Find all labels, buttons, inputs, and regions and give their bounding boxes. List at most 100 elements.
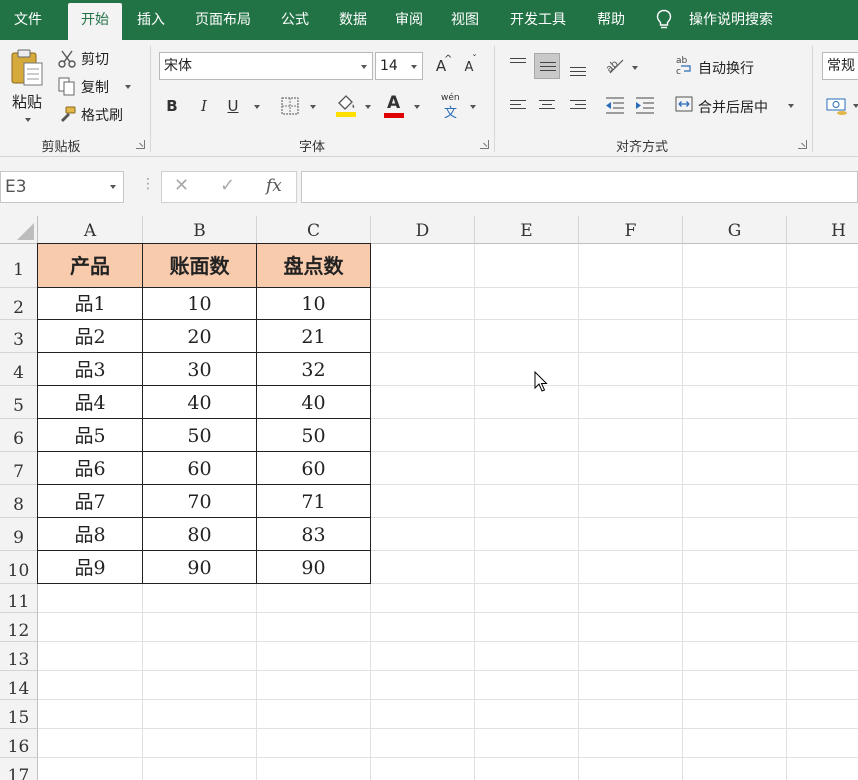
- decrease-indent-button[interactable]: [604, 95, 626, 117]
- row-header-6[interactable]: 6: [0, 419, 38, 452]
- italic-button[interactable]: I: [193, 95, 215, 117]
- merge-center-button[interactable]: 合并后居中: [675, 94, 800, 118]
- row-header-3[interactable]: 3: [0, 320, 38, 353]
- column-header-a[interactable]: A: [38, 216, 143, 244]
- row-header-9[interactable]: 9: [0, 518, 38, 551]
- table-cell[interactable]: 50: [142, 418, 257, 452]
- row-header-1[interactable]: 1: [0, 244, 38, 288]
- align-bottom-button[interactable]: [565, 53, 591, 79]
- format-painter-button[interactable]: 格式刷: [58, 104, 138, 126]
- row-header-11[interactable]: 11: [0, 584, 38, 613]
- font-size-combo[interactable]: 14: [375, 52, 423, 80]
- table-cell[interactable]: 20: [142, 319, 257, 353]
- table-cell[interactable]: 30: [142, 352, 257, 386]
- table-cell[interactable]: 品9: [37, 550, 143, 584]
- align-right-button[interactable]: [565, 92, 591, 118]
- copy-button[interactable]: 复制: [58, 76, 138, 98]
- enter-icon[interactable]: ✓: [220, 175, 235, 196]
- tab-review[interactable]: 审阅: [386, 0, 432, 40]
- tell-me-search[interactable]: 操作说明搜索: [652, 0, 858, 40]
- table-cell[interactable]: 60: [256, 451, 371, 485]
- table-cell[interactable]: 90: [256, 550, 371, 584]
- alignment-launcher[interactable]: [798, 140, 807, 149]
- insert-function-icon[interactable]: fx: [266, 176, 282, 196]
- column-header-h[interactable]: H: [787, 216, 858, 244]
- table-cell[interactable]: 21: [256, 319, 371, 353]
- select-all-button[interactable]: [0, 216, 38, 244]
- orientation-button[interactable]: ab: [604, 55, 626, 77]
- tab-home[interactable]: 开始: [68, 3, 122, 40]
- row-header-8[interactable]: 8: [0, 485, 38, 518]
- underline-button[interactable]: U: [222, 95, 244, 117]
- table-cell[interactable]: 品7: [37, 484, 143, 518]
- row-header-4[interactable]: 4: [0, 353, 38, 386]
- table-header-cell[interactable]: 盘点数: [256, 243, 371, 288]
- tab-file[interactable]: 文件: [0, 0, 56, 40]
- table-cell[interactable]: 70: [142, 484, 257, 518]
- column-header-e[interactable]: E: [475, 216, 579, 244]
- table-cell[interactable]: 32: [256, 352, 371, 386]
- paste-dropdown-arrow[interactable]: [25, 118, 31, 122]
- tab-formulas[interactable]: 公式: [270, 0, 320, 40]
- worksheet-grid[interactable]: ABCDEFGH 1 2 3 4 5 6 7 8 9 10 11 12 13 14 15 16 17 产品 账面数…: [0, 216, 858, 780]
- row-header-13[interactable]: 13: [0, 642, 38, 671]
- tab-developer[interactable]: 开发工具: [498, 0, 578, 40]
- cancel-icon[interactable]: ✕: [174, 175, 189, 196]
- cut-button[interactable]: 剪切: [58, 48, 138, 70]
- font-size-dropdown-arrow[interactable]: [411, 65, 417, 69]
- fill-color-dropdown-arrow[interactable]: [365, 105, 371, 109]
- borders-dropdown-arrow[interactable]: [310, 105, 316, 109]
- column-header-d[interactable]: D: [371, 216, 475, 244]
- column-header-c[interactable]: C: [257, 216, 371, 244]
- font-name-dropdown-arrow[interactable]: [361, 65, 367, 69]
- row-header-7[interactable]: 7: [0, 452, 38, 485]
- font-name-combo[interactable]: 宋体: [159, 52, 373, 80]
- table-cell[interactable]: 品4: [37, 385, 143, 419]
- align-left-button[interactable]: [505, 92, 531, 118]
- table-cell[interactable]: 80: [142, 517, 257, 551]
- align-middle-button[interactable]: [534, 53, 560, 79]
- wrap-text-button[interactable]: ab c 自动换行: [675, 55, 775, 79]
- table-cell[interactable]: 83: [256, 517, 371, 551]
- row-header-16[interactable]: 16: [0, 729, 38, 758]
- table-cell[interactable]: 90: [142, 550, 257, 584]
- table-cell[interactable]: 10: [142, 287, 257, 320]
- row-header-10[interactable]: 10: [0, 551, 38, 584]
- table-cell[interactable]: 40: [256, 385, 371, 419]
- table-cell[interactable]: 品6: [37, 451, 143, 485]
- accounting-format-button[interactable]: [826, 95, 850, 117]
- table-cell[interactable]: 60: [142, 451, 257, 485]
- increase-indent-button[interactable]: [634, 95, 656, 117]
- formula-input[interactable]: [301, 171, 858, 203]
- phonetic-guide-button[interactable]: wén 文: [439, 93, 463, 121]
- name-box[interactable]: E3: [0, 171, 124, 203]
- phonetic-dropdown-arrow[interactable]: [470, 105, 476, 109]
- table-cell[interactable]: 品1: [37, 287, 143, 320]
- table-cell[interactable]: 品8: [37, 517, 143, 551]
- accounting-dropdown-arrow[interactable]: [853, 104, 858, 108]
- grow-font-button[interactable]: A ^: [430, 54, 453, 77]
- row-header-17[interactable]: 17: [0, 758, 38, 780]
- table-cell[interactable]: 10: [256, 287, 371, 320]
- tab-insert[interactable]: 插入: [126, 0, 176, 40]
- table-cell[interactable]: 品3: [37, 352, 143, 386]
- row-header-5[interactable]: 5: [0, 386, 38, 419]
- table-header-cell[interactable]: 产品: [37, 243, 143, 288]
- row-header-14[interactable]: 14: [0, 671, 38, 700]
- tab-help[interactable]: 帮助: [588, 0, 634, 40]
- font-launcher[interactable]: [480, 140, 489, 149]
- bold-button[interactable]: B: [161, 95, 183, 117]
- table-cell[interactable]: 品5: [37, 418, 143, 452]
- column-header-g[interactable]: G: [683, 216, 787, 244]
- table-cell[interactable]: 71: [256, 484, 371, 518]
- table-cell[interactable]: 40: [142, 385, 257, 419]
- tab-view[interactable]: 视图: [442, 0, 488, 40]
- font-color-button[interactable]: A: [383, 93, 405, 119]
- row-header-15[interactable]: 15: [0, 700, 38, 729]
- tab-page-layout[interactable]: 页面布局: [184, 0, 262, 40]
- tab-data[interactable]: 数据: [328, 0, 378, 40]
- column-header-b[interactable]: B: [143, 216, 257, 244]
- shrink-font-button[interactable]: Aˇ: [458, 54, 480, 77]
- number-format-combo[interactable]: 常规: [822, 52, 858, 80]
- clipboard-launcher[interactable]: [136, 140, 145, 149]
